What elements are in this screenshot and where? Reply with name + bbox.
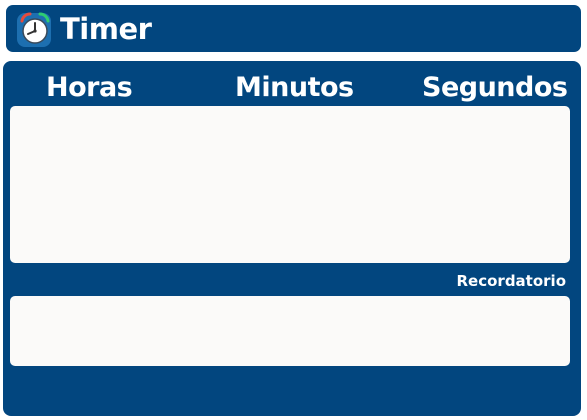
reminder-input[interactable] [10,296,570,366]
time-display[interactable] [10,106,570,263]
alarm-clock-icon-graphic [17,12,51,47]
timer-panel: Horas Minutos Segundos Recordatorio [3,61,581,416]
alarm-clock-icon [15,9,55,49]
reminder-label: Recordatorio [456,272,567,290]
seconds-label: Segundos [422,72,568,103]
clock-center [33,29,37,33]
hours-label: Horas [46,72,133,103]
title-bar: Timer [6,5,581,52]
minutes-label: Minutos [235,72,354,103]
app-title: Timer [60,12,152,46]
